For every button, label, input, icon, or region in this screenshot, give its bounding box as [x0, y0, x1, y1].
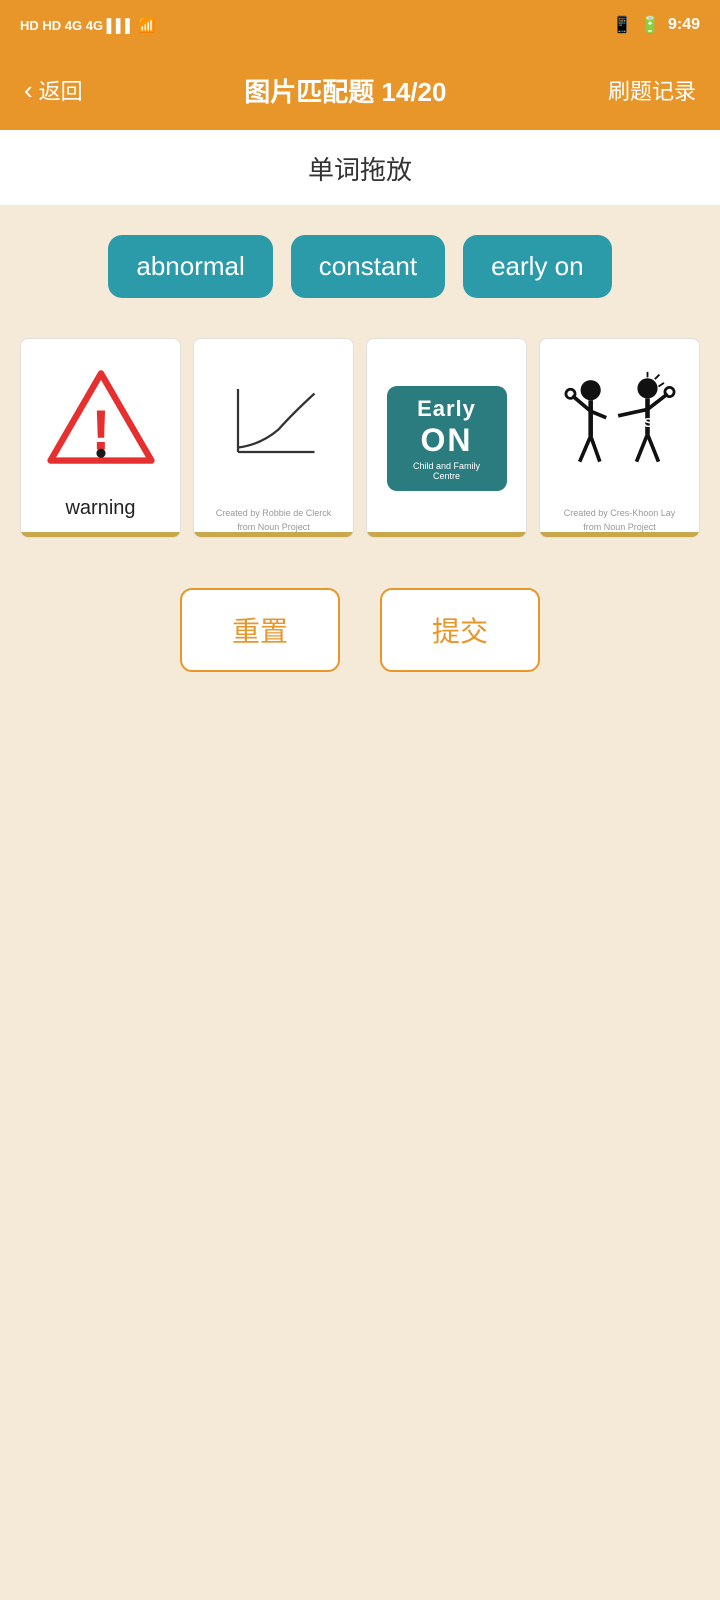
back-label: 返回: [39, 74, 83, 106]
card-early-on[interactable]: Early ON Child and Family Centre: [366, 338, 527, 538]
on-text: ON: [401, 422, 493, 459]
subtitle-bar: 单词拖放: [0, 130, 720, 205]
word-chip-early-on[interactable]: early on: [463, 235, 612, 298]
graph-svg: [219, 380, 329, 470]
card-graph-credit2: from Noun Project: [237, 522, 310, 532]
early-on-subtitle: Child and Family Centre: [401, 461, 493, 481]
word-chip-constant[interactable]: constant: [291, 235, 445, 298]
status-right: 📱 🔋 9:49: [612, 15, 700, 35]
card-warning[interactable]: ! warning: [20, 338, 181, 538]
card-warning-label: warning: [21, 489, 180, 532]
main-content: abnormal constant early on ! warning: [0, 205, 720, 702]
card-early-on-bar: [367, 532, 526, 537]
status-bar: HD HD 4G 4G ▌▌▌ 📶 📱 🔋 9:49: [0, 0, 720, 50]
card-warning-bar: [21, 532, 180, 537]
battery-icon: 🔋: [640, 15, 660, 35]
card-robber[interactable]: S Created by Cres-Khoon Lay from Noun Pr…: [539, 338, 700, 538]
word-chips-container: abnormal constant early on: [20, 235, 700, 298]
card-robber-image: S: [540, 339, 699, 504]
app-header: ‹ 返回 图片匹配题 14/20 刷题记录: [0, 50, 720, 130]
card-warning-image: !: [21, 339, 180, 489]
word-chip-abnormal[interactable]: abnormal: [108, 235, 272, 298]
card-graph-image: [194, 339, 353, 504]
back-button[interactable]: ‹ 返回: [24, 74, 83, 106]
card-graph[interactable]: Created by Robbie de Clerck from Noun Pr…: [193, 338, 354, 538]
subtitle-text: 单词拖放: [308, 155, 412, 185]
back-arrow-icon: ‹: [24, 75, 33, 106]
action-buttons: 重置 提交: [20, 588, 700, 672]
cards-grid: ! warning Created by Robbie de Clerck: [20, 338, 700, 538]
warning-triangle-svg: !: [46, 367, 156, 467]
early-text: Early: [401, 396, 493, 422]
wifi-icon: 📶: [138, 17, 155, 34]
signal-icon: 📱: [612, 15, 632, 35]
card-robber-credit1: Created by Cres-Khoon Lay: [564, 508, 676, 518]
time-display: 9:49: [668, 16, 700, 34]
card-robber-credit2: from Noun Project: [583, 522, 656, 532]
svg-text:S: S: [643, 414, 652, 429]
submit-button[interactable]: 提交: [380, 588, 540, 672]
card-graph-credit1: Created by Robbie de Clerck: [216, 508, 332, 518]
reset-button[interactable]: 重置: [180, 588, 340, 672]
network-icon: HD HD 4G 4G ▌▌▌: [20, 18, 134, 33]
card-graph-bar: [194, 532, 353, 537]
record-button[interactable]: 刷题记录: [608, 74, 696, 106]
early-on-badge: Early ON Child and Family Centre: [387, 386, 507, 491]
status-left: HD HD 4G 4G ▌▌▌ 📶: [20, 17, 156, 34]
robber-svg: S: [555, 370, 685, 480]
card-early-on-image: Early ON Child and Family Centre: [367, 339, 526, 532]
card-robber-bar: [540, 532, 699, 537]
page-title: 图片匹配题 14/20: [244, 72, 446, 109]
